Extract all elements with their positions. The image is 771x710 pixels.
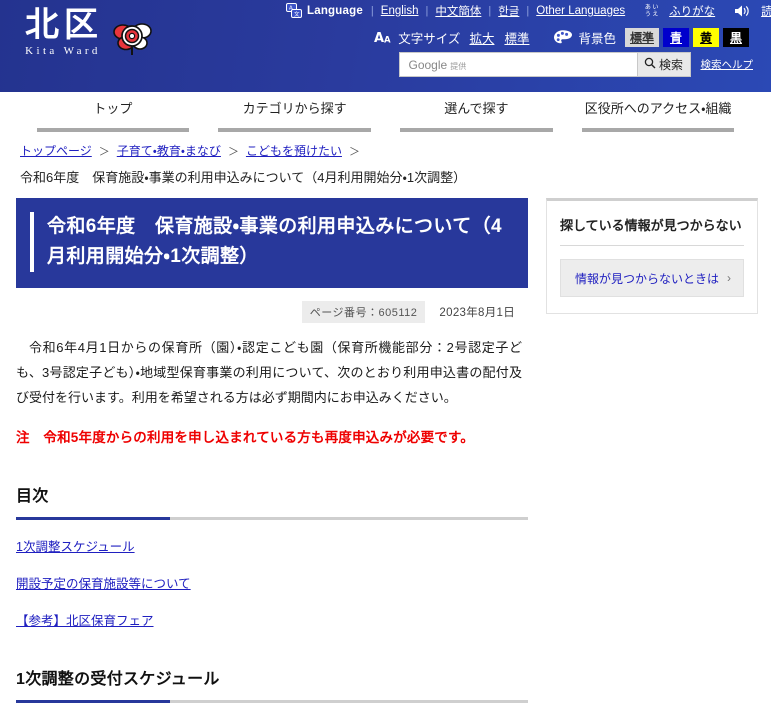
read-aloud-link[interactable]: 読み上げ (761, 3, 771, 19)
bg-swatch-yellow[interactable]: 黄 (693, 27, 719, 47)
palette-icon (553, 29, 573, 45)
toc-link-schedule[interactable]: 1次調整スケジュール (16, 536, 528, 555)
nav-label: 区役所へのアクセス・組織 (584, 101, 732, 116)
nav-label: トップ (93, 101, 133, 116)
toc-link-facilities[interactable]: 開設予定の保育施設等について (16, 573, 528, 592)
svg-text:A: A (384, 36, 391, 46)
nav-item-category[interactable]: カテゴリから探す (204, 92, 386, 134)
search-button[interactable]: 検索 (636, 52, 691, 77)
speaker-icon (734, 4, 750, 18)
search-placeholder: Google 提供 (408, 57, 467, 72)
nav-item-select[interactable]: 選んで探す (386, 92, 568, 134)
aiueo-grid-icon: あいうえ (644, 3, 659, 19)
language-link-korean[interactable]: 한글 (498, 3, 519, 19)
bg-swatch-blue[interactable]: 青 (663, 27, 689, 47)
chevron-right-icon: › (727, 271, 731, 285)
svg-text:文: 文 (294, 10, 300, 18)
language-link-other[interactable]: Other Languages (536, 5, 625, 17)
nav-item-top[interactable]: トップ (22, 92, 204, 134)
schedule-heading-text: 1次調整の受付スケジュール (16, 671, 220, 688)
section-rule (16, 700, 528, 703)
global-navigation: トップ カテゴリから探す 選んで探す 区役所へのアクセス・組織 (0, 92, 771, 134)
font-size-standard-button[interactable]: 標準 (504, 28, 529, 47)
divider: | (370, 5, 374, 17)
nav-underline (400, 128, 553, 132)
nav-item-access[interactable]: 区役所へのアクセス・組織 (567, 92, 749, 134)
rose-flower-logo-icon (110, 14, 154, 58)
breadcrumb-item-top[interactable]: トップページ (20, 142, 92, 159)
breadcrumb-current-page: 令和6年度 保育施設・事業の利用申込みについて（4月利用開始分・1次調整） (20, 170, 467, 185)
red-notice-text: 注 令和5年度からの利用を申し込まれている方も再度申込みが必要です。 (16, 430, 475, 445)
search-area: Google 提供 検索 検索ヘルプ (398, 52, 754, 77)
divider: | (425, 5, 429, 17)
breadcrumb: トップページ ＞ 子育て・教育・まなび ＞ こどもを預けたい ＞ (0, 134, 771, 159)
logo-roman: Kita Ward (25, 45, 101, 57)
language-label: Language (307, 5, 363, 17)
nav-label: 選んで探す (444, 101, 509, 116)
help-card: 探している情報が見つからない 情報が見つからないときは › (546, 198, 758, 314)
toc-heading-text: 目次 (16, 488, 49, 505)
title-accent-bar (30, 212, 34, 272)
svg-text:A: A (374, 31, 384, 45)
sidebar-column: 探している情報が見つからない 情報が見つからないときは › (546, 198, 758, 710)
nav-underline (581, 128, 735, 132)
page-meta-row: ページ番号：605112 2023年8月1日 (16, 301, 528, 323)
page-title: 令和6年度 保育施設・事業の利用申込みについて（4月利用開始分・1次調整） (47, 216, 503, 267)
logo-kanji: 北区 (25, 5, 103, 45)
toc-section-heading: 目次 (16, 482, 528, 520)
nav-underline (218, 128, 371, 132)
language-link-chinese[interactable]: 中文簡体 (435, 3, 481, 19)
main-column: 令和6年度 保育施設・事業の利用申込みについて（4月利用開始分・1次調整） ペー… (16, 198, 528, 710)
divider: | (526, 5, 530, 17)
section-rule (16, 517, 528, 520)
breadcrumb-item-childcare[interactable]: こどもを預けたい (246, 142, 342, 159)
chevron-right-icon: ＞ (98, 145, 110, 158)
language-bar: A 文 Language | English | 中文簡体 | 한글 | Oth… (286, 0, 771, 22)
toc-link-list: 1次調整スケジュール 開設予定の保育施設等について 【参考】北区保育フェア (16, 536, 528, 629)
logo-text-block: 北区 Kita Ward (20, 6, 103, 58)
accessibility-options-bar: A A 文字サイズ 拡大 標準 背景色 標準 青 黄 黒 (374, 22, 753, 52)
schedule-section-heading: 1次調整の受付スケジュール (16, 665, 528, 703)
divider: | (488, 5, 492, 17)
bg-swatch-standard[interactable]: 標準 (624, 27, 659, 47)
search-input[interactable]: Google 提供 (398, 52, 637, 77)
toc-link-fair[interactable]: 【参考】北区保育フェア (16, 610, 528, 629)
font-size-enlarge-button[interactable]: 拡大 (469, 28, 494, 47)
bg-swatch-black[interactable]: 黒 (723, 27, 749, 47)
page-body: 令和6年度 保育施設・事業の利用申込みについて（4月利用開始分・1次調整） ペー… (0, 186, 771, 710)
translate-icon: A 文 (286, 3, 302, 19)
search-icon (644, 57, 656, 72)
chevron-right-icon: ＞ (227, 145, 239, 158)
help-card-title: 探している情報が見つからない (560, 215, 744, 246)
page-number-badge: ページ番号：605112 (301, 301, 426, 323)
nav-underline (36, 128, 190, 132)
language-link-english[interactable]: English (381, 5, 419, 17)
page-title-banner: 令和6年度 保育施設・事業の利用申込みについて（4月利用開始分・1次調整） (16, 198, 528, 288)
chevron-right-icon: ＞ (348, 145, 360, 158)
search-button-label: 検索 (658, 58, 683, 72)
intro-paragraph: 令和6年4月1日からの保育所（園）・認定こども園（保育所機能部分：2号認定子ども… (16, 340, 522, 405)
search-help-link[interactable]: 検索ヘルプ (701, 57, 754, 72)
bg-color-label: 背景色 (578, 31, 616, 46)
nav-label: カテゴリから探す (242, 101, 347, 116)
help-card-button[interactable]: 情報が見つからないときは › (560, 259, 744, 297)
site-logo[interactable]: 北区 Kita Ward (20, 6, 154, 58)
help-card-button-label: 情報が見つからないときは (575, 271, 720, 286)
breadcrumb-item-education[interactable]: 子育て・教育・まなび (117, 142, 221, 159)
furigana-link[interactable]: ふりがな (669, 3, 715, 19)
font-size-icon: A A (374, 29, 393, 46)
page-date: 2023年8月1日 (439, 307, 515, 319)
site-header: 北区 Kita Ward A 文 Language | English | 中文… (0, 0, 771, 92)
font-size-label: 文字サイズ (398, 31, 461, 46)
